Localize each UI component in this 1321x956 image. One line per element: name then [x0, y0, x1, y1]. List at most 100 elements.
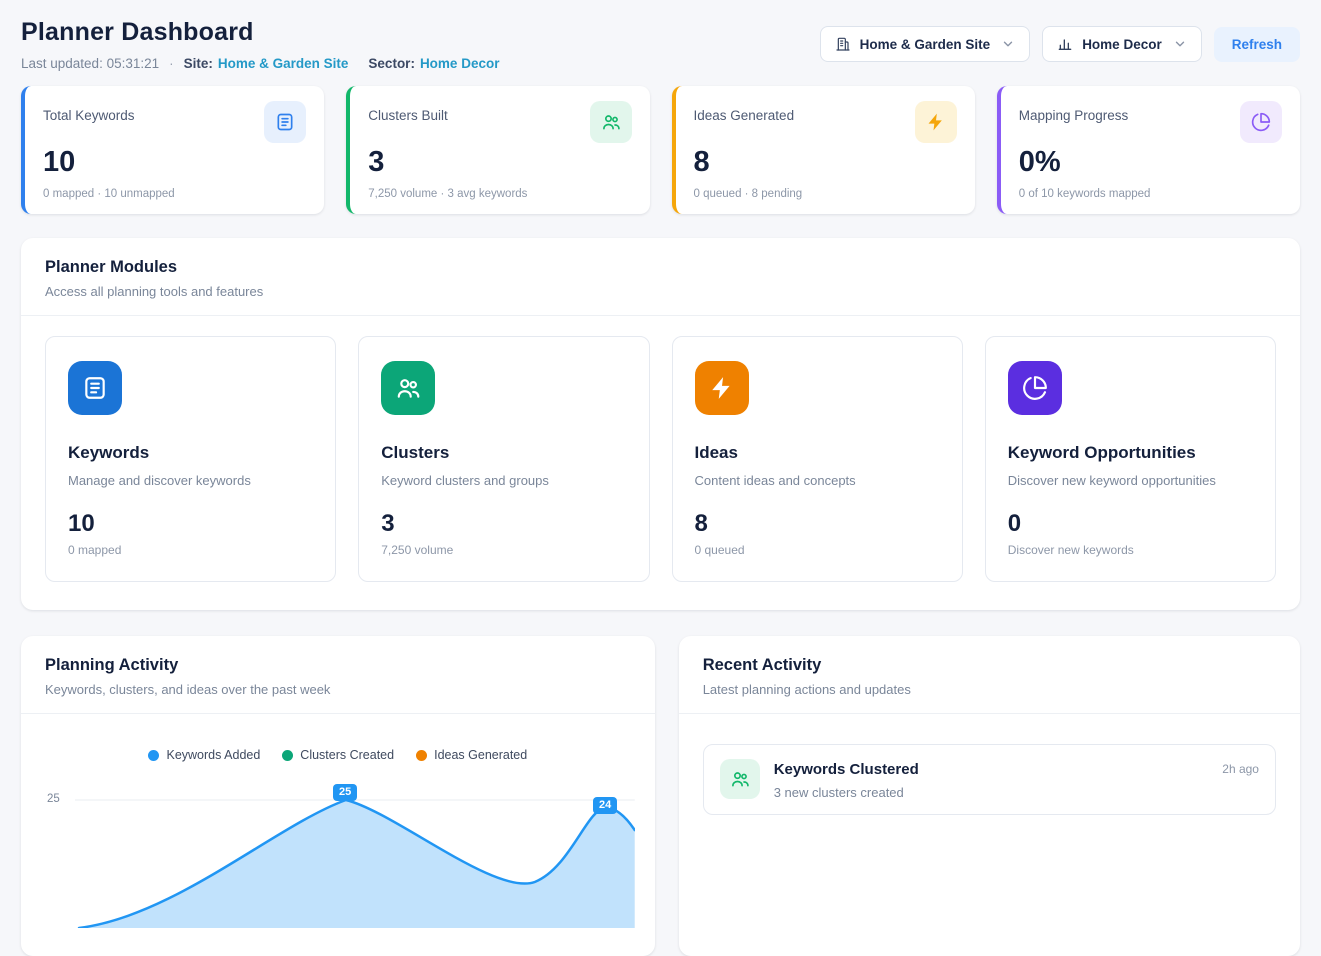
- module-value: 0: [1008, 510, 1253, 538]
- planning-activity-subtitle: Keywords, clusters, and ideas over the p…: [45, 682, 631, 697]
- stat-subtext: 0 mapped · 10 unmapped: [43, 188, 306, 200]
- legend-dot: [282, 750, 293, 761]
- module-description: Manage and discover keywords: [68, 473, 313, 488]
- module-value: 10: [68, 510, 313, 538]
- sector-label: Sector:: [368, 56, 415, 71]
- legend-item-keywords-added: Keywords Added: [148, 748, 260, 762]
- stat-card-clusters-built: Clusters Built 3 7,250 volume · 3 avg ke…: [346, 86, 649, 214]
- stat-card-total-keywords: Total Keywords 10 0 mapped · 10 unmapped: [21, 86, 324, 214]
- pie-chart-icon: [1008, 361, 1062, 415]
- data-point-label: 24: [593, 797, 617, 814]
- sector-link[interactable]: Home Decor: [420, 56, 500, 71]
- last-updated-text: Last updated: 05:31:21: [21, 56, 159, 71]
- stat-value: 3: [368, 146, 631, 179]
- chart-legend: Keywords Added Clusters Created Ideas Ge…: [21, 714, 655, 762]
- modules-grid: Keywords Manage and discover keywords 10…: [21, 316, 1300, 610]
- divider: [679, 713, 1300, 714]
- header-controls: Home & Garden Site Home Decor Refresh: [820, 26, 1300, 62]
- legend-item-ideas-generated: Ideas Generated: [416, 748, 527, 762]
- site-label: Site:: [184, 56, 213, 71]
- stat-label: Clusters Built: [368, 101, 448, 123]
- legend-item-clusters-created: Clusters Created: [282, 748, 394, 762]
- module-card-clusters[interactable]: Clusters Keyword clusters and groups 3 7…: [358, 336, 649, 582]
- module-subtext: 0 queued: [695, 543, 940, 557]
- module-value: 8: [695, 510, 940, 538]
- module-title: Clusters: [381, 443, 626, 463]
- chevron-down-icon: [1001, 37, 1015, 51]
- stats-row: Total Keywords 10 0 mapped · 10 unmapped…: [21, 86, 1300, 214]
- document-icon: [68, 361, 122, 415]
- planner-dashboard-page: Planner Dashboard Last updated: 05:31:21…: [0, 0, 1321, 956]
- document-icon: [264, 101, 306, 143]
- header-left: Planner Dashboard Last updated: 05:31:21…: [21, 18, 499, 71]
- stat-value: 8: [694, 146, 957, 179]
- users-icon: [720, 759, 760, 799]
- bar-chart-icon: [1057, 36, 1073, 52]
- planner-modules-panel: Planner Modules Access all planning tool…: [21, 238, 1300, 610]
- refresh-button[interactable]: Refresh: [1214, 27, 1300, 62]
- site-selector-value: Home & Garden Site: [860, 37, 991, 52]
- modules-title: Planner Modules: [45, 258, 1276, 277]
- stat-label: Ideas Generated: [694, 101, 795, 123]
- stat-card-mapping-progress: Mapping Progress 0% 0 of 10 keywords map…: [997, 86, 1300, 214]
- page-title: Planner Dashboard: [21, 18, 499, 47]
- activity-area-chart: 25 25 24: [35, 778, 643, 928]
- module-card-keywords[interactable]: Keywords Manage and discover keywords 10…: [45, 336, 336, 582]
- recent-activity-subtitle: Latest planning actions and updates: [703, 682, 1276, 697]
- stat-card-ideas-generated: Ideas Generated 8 0 queued · 8 pending: [672, 86, 975, 214]
- module-subtext: 0 mapped: [68, 543, 313, 557]
- module-value: 3: [381, 510, 626, 538]
- users-icon: [381, 361, 435, 415]
- modules-subtitle: Access all planning tools and features: [45, 284, 1276, 299]
- planning-activity-header: Planning Activity Keywords, clusters, an…: [21, 636, 655, 713]
- legend-dot: [416, 750, 427, 761]
- building-icon: [835, 36, 851, 52]
- legend-label: Clusters Created: [300, 748, 394, 762]
- legend-label: Keywords Added: [166, 748, 260, 762]
- sector-selector-value: Home Decor: [1082, 37, 1162, 52]
- activity-timestamp: 2h ago: [1222, 759, 1259, 776]
- sector-selector[interactable]: Home Decor: [1042, 26, 1202, 62]
- module-title: Keyword Opportunities: [1008, 443, 1253, 463]
- stat-subtext: 0 of 10 keywords mapped: [1019, 188, 1282, 200]
- activity-description: 3 new clusters created: [774, 785, 919, 800]
- activity-item: Keywords Clustered 3 new clusters create…: [703, 744, 1276, 815]
- dot-separator: ·: [169, 56, 174, 71]
- stat-subtext: 7,250 volume · 3 avg keywords: [368, 188, 631, 200]
- recent-activity-panel: Recent Activity Latest planning actions …: [679, 636, 1300, 956]
- bottom-row: Planning Activity Keywords, clusters, an…: [21, 636, 1300, 956]
- stat-value: 10: [43, 146, 306, 179]
- module-card-keyword-opportunities[interactable]: Keyword Opportunities Discover new keywo…: [985, 336, 1276, 582]
- planning-activity-panel: Planning Activity Keywords, clusters, an…: [21, 636, 655, 956]
- legend-dot: [148, 750, 159, 761]
- module-description: Content ideas and concepts: [695, 473, 940, 488]
- planning-activity-title: Planning Activity: [45, 656, 631, 675]
- legend-label: Ideas Generated: [434, 748, 527, 762]
- site-selector[interactable]: Home & Garden Site: [820, 26, 1031, 62]
- site-link[interactable]: Home & Garden Site: [218, 56, 349, 71]
- users-icon: [590, 101, 632, 143]
- bolt-icon: [915, 101, 957, 143]
- module-description: Keyword clusters and groups: [381, 473, 626, 488]
- stat-label: Mapping Progress: [1019, 101, 1129, 123]
- stat-label: Total Keywords: [43, 101, 135, 123]
- meta-line: Last updated: 05:31:21 · Site: Home & Ga…: [21, 56, 499, 71]
- module-subtext: 7,250 volume: [381, 543, 626, 557]
- module-description: Discover new keyword opportunities: [1008, 473, 1253, 488]
- pie-chart-icon: [1240, 101, 1282, 143]
- module-card-ideas[interactable]: Ideas Content ideas and concepts 8 0 que…: [672, 336, 963, 582]
- module-subtext: Discover new keywords: [1008, 543, 1253, 557]
- activity-title: Keywords Clustered: [774, 759, 919, 778]
- modules-header: Planner Modules Access all planning tool…: [21, 238, 1300, 315]
- module-title: Ideas: [695, 443, 940, 463]
- module-title: Keywords: [68, 443, 313, 463]
- activity-content: Keywords Clustered 3 new clusters create…: [774, 759, 919, 800]
- bolt-icon: [695, 361, 749, 415]
- recent-activity-title: Recent Activity: [703, 656, 1276, 675]
- data-point-label: 25: [333, 784, 357, 801]
- stat-subtext: 0 queued · 8 pending: [694, 188, 957, 200]
- y-axis-tick: 25: [47, 793, 60, 805]
- page-header: Planner Dashboard Last updated: 05:31:21…: [21, 18, 1300, 71]
- chevron-down-icon: [1173, 37, 1187, 51]
- stat-value: 0%: [1019, 146, 1282, 179]
